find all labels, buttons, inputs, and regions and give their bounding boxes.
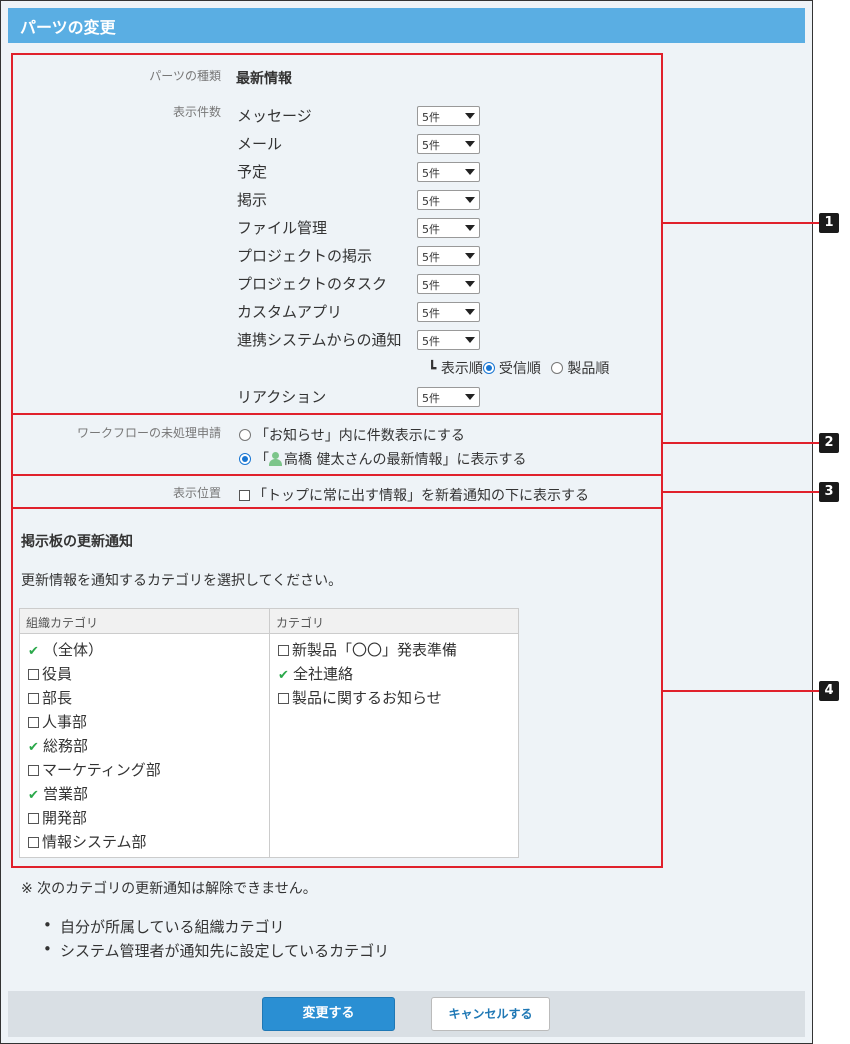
callout-line-3 [663,491,819,493]
callout-badge-1: 1 [819,213,839,233]
callout-badge-2: 2 [819,433,839,453]
callout-box-2 [11,413,663,476]
callout-box-4 [11,507,663,868]
note-text: ※ 次のカテゴリの更新通知は解除できません。 [21,881,317,897]
note-bullet-2: システム管理者が通知先に設定しているカテゴリ [43,940,389,961]
note-bullet-1: 自分が所属している組織カテゴリ [43,916,285,937]
footer-bar: 変更する キャンセルする [8,991,805,1037]
callout-line-2 [663,442,819,444]
callout-line-1 [663,222,819,224]
callout-box-1 [11,53,663,415]
page-title: パーツの変更 [20,18,116,37]
callout-badge-3: 3 [819,482,839,502]
callout-line-4 [663,690,819,692]
cancel-button[interactable]: キャンセルする [431,997,550,1031]
callout-box-3 [11,474,663,509]
callout-badge-4: 4 [819,681,839,701]
page-header: パーツの変更 [8,8,805,43]
submit-button[interactable]: 変更する [262,997,395,1031]
